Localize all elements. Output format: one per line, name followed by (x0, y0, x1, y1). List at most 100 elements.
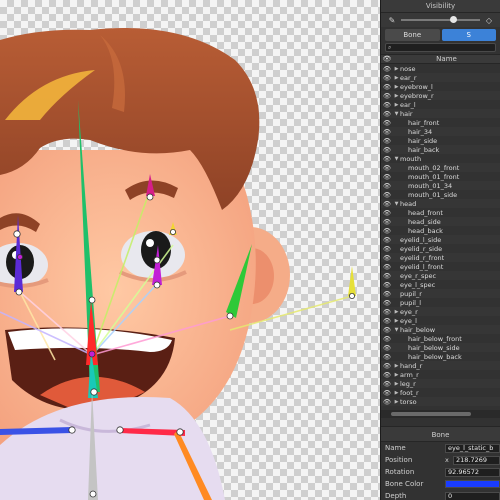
expand-toggle-icon[interactable]: ▼ (393, 327, 400, 333)
bone-list-item[interactable]: 👁 eyelid_r_front (381, 253, 500, 262)
bone-list-item[interactable]: 👁 ▶ arm_r (381, 370, 500, 379)
slider-knob[interactable] (449, 16, 457, 23)
bone-list-item[interactable]: 👁 ▶ foot_r (381, 388, 500, 397)
expand-toggle-icon[interactable]: ▶ (393, 381, 400, 387)
expand-toggle-icon[interactable]: ▶ (393, 75, 400, 81)
eye-icon[interactable]: 👁 (381, 398, 393, 406)
eye-icon[interactable]: 👁 (381, 236, 393, 244)
eye-icon[interactable]: 👁 (381, 362, 393, 370)
bone-list-item[interactable]: 👁 ▶ torso (381, 397, 500, 406)
bone-list-item[interactable]: 👁 ▼ mouth (381, 154, 500, 163)
bone-list-item[interactable]: 👁 eye_r_spec (381, 271, 500, 280)
depth-field[interactable]: 0 (445, 491, 500, 500)
expand-toggle-icon[interactable]: ▼ (393, 111, 400, 117)
bone-list[interactable]: 👁 ▶ nose 👁 ▶ ear_r 👁 ▶ eyebrow_l 👁 ▶ eyebrow_r 👁 ▶ ear… (381, 64, 500, 410)
bone-list-item[interactable]: 👁 ▶ ear_r (381, 73, 500, 82)
bone-list-item[interactable]: 👁 mouth_01_front (381, 172, 500, 181)
eye-icon[interactable]: 👁 (381, 110, 393, 118)
name-column-header[interactable]: Name (393, 55, 500, 63)
bone-list-item[interactable]: 👁 hair_below_front (381, 334, 500, 343)
bone-list-item[interactable]: 👁 eyelid_l_side (381, 235, 500, 244)
eye-icon[interactable]: 👁 (381, 389, 393, 397)
bone-list-item[interactable]: 👁 hair_below_back (381, 352, 500, 361)
eye-icon[interactable]: 👁 (381, 128, 393, 136)
expand-toggle-icon[interactable]: ▶ (393, 102, 400, 108)
eye-icon[interactable]: 👁 (381, 353, 393, 361)
brush-size-slider[interactable] (401, 16, 480, 23)
eye-icon[interactable]: 👁 (381, 299, 393, 307)
bone-list-item[interactable]: 👁 hair_side (381, 136, 500, 145)
eye-icon[interactable]: 👁 (381, 200, 393, 208)
eye-icon[interactable]: 👁 (381, 254, 393, 262)
bone-list-item[interactable]: 👁 eyelid_l_front (381, 262, 500, 271)
eye-icon[interactable]: 👁 (381, 101, 393, 109)
eye-icon[interactable]: 👁 (381, 55, 393, 63)
bone-list-item[interactable]: 👁 eye_l_spec (381, 280, 500, 289)
eye-icon[interactable]: 👁 (381, 308, 393, 316)
scrollbar-thumb[interactable] (391, 412, 471, 416)
bone-list-item[interactable]: 👁 ▼ head (381, 199, 500, 208)
bone-list-item[interactable]: 👁 mouth_02_front (381, 163, 500, 172)
expand-toggle-icon[interactable]: ▼ (393, 201, 400, 207)
eye-icon[interactable]: 👁 (381, 173, 393, 181)
character-rig-canvas[interactable] (0, 0, 380, 500)
eye-icon[interactable]: 👁 (381, 245, 393, 253)
bone-list-item[interactable]: 👁 mouth_01_side (381, 190, 500, 199)
eye-icon[interactable]: 👁 (381, 227, 393, 235)
eye-icon[interactable]: 👁 (381, 74, 393, 82)
bone-list-item[interactable]: 👁 ▶ eyebrow_l (381, 82, 500, 91)
bone-list-item[interactable]: 👁 head_front (381, 208, 500, 217)
eye-icon[interactable]: 👁 (381, 155, 393, 163)
eye-icon[interactable]: 👁 (381, 263, 393, 271)
position-x-field[interactable]: 218.7269 (453, 455, 500, 465)
bone-list-item[interactable]: 👁 hair_below_side (381, 343, 500, 352)
eye-icon[interactable]: 👁 (381, 83, 393, 91)
bone-list-item[interactable]: 👁 hair_34 (381, 127, 500, 136)
bone-list-item[interactable]: 👁 pupil_r (381, 289, 500, 298)
eye-icon[interactable]: 👁 (381, 209, 393, 217)
eye-icon[interactable]: 👁 (381, 182, 393, 190)
expand-toggle-icon[interactable]: ▶ (393, 390, 400, 396)
bone-list-item[interactable]: 👁 eyelid_r_side (381, 244, 500, 253)
eye-icon[interactable]: 👁 (381, 281, 393, 289)
bone-list-item[interactable]: 👁 mouth_01_34 (381, 181, 500, 190)
expand-toggle-icon[interactable]: ▶ (393, 399, 400, 405)
expand-toggle-icon[interactable]: ▶ (393, 372, 400, 378)
bone-list-item[interactable]: 👁 ▶ leg_r (381, 379, 500, 388)
rotation-field[interactable]: 92.96572 (445, 467, 500, 477)
expand-toggle-icon[interactable]: ▶ (393, 66, 400, 72)
expand-toggle-icon[interactable]: ▼ (393, 156, 400, 162)
bone-list-item[interactable]: 👁 ▶ ear_l (381, 100, 500, 109)
bone-color-swatch[interactable] (445, 480, 500, 488)
list-horizontal-scrollbar[interactable] (381, 410, 500, 418)
expand-toggle-icon[interactable]: ▶ (393, 309, 400, 315)
canvas-viewport[interactable] (0, 0, 380, 500)
bone-hand-tip[interactable] (348, 266, 356, 296)
tab-bone[interactable]: Bone (385, 29, 440, 41)
expand-toggle-icon[interactable]: ▶ (393, 363, 400, 369)
eye-icon[interactable]: 👁 (381, 137, 393, 145)
eye-icon[interactable]: 👁 (381, 326, 393, 334)
bone-list-item[interactable]: 👁 hair_back (381, 145, 500, 154)
bone-list-item[interactable]: 👁 ▼ hair_below (381, 325, 500, 334)
search-input[interactable]: ⌕ (385, 43, 496, 52)
eye-icon[interactable]: 👁 (381, 344, 393, 352)
bone-name-field[interactable]: eye_l_static_b (445, 443, 500, 453)
eye-icon[interactable]: 👁 (381, 65, 393, 73)
eraser-icon[interactable]: ◇ (484, 16, 494, 25)
eye-icon[interactable]: 👁 (381, 164, 393, 172)
bone-list-item[interactable]: 👁 head_side (381, 217, 500, 226)
eye-icon[interactable]: 👁 (381, 371, 393, 379)
eye-icon[interactable]: 👁 (381, 218, 393, 226)
eye-icon[interactable]: 👁 (381, 92, 393, 100)
bone-list-item[interactable]: 👁 ▶ hand_r (381, 361, 500, 370)
eye-icon[interactable]: 👁 (381, 290, 393, 298)
bone-list-item[interactable]: 👁 ▶ eyebrow_r (381, 91, 500, 100)
tab-sprite[interactable]: S (441, 29, 496, 41)
expand-toggle-icon[interactable]: ▶ (393, 84, 400, 90)
eye-icon[interactable]: 👁 (381, 317, 393, 325)
bone-list-item[interactable]: 👁 ▶ eye_r (381, 307, 500, 316)
brush-icon[interactable]: ✎ (387, 16, 397, 25)
expand-toggle-icon[interactable]: ▶ (393, 318, 400, 324)
bone-list-item[interactable]: 👁 ▶ eye_l (381, 316, 500, 325)
